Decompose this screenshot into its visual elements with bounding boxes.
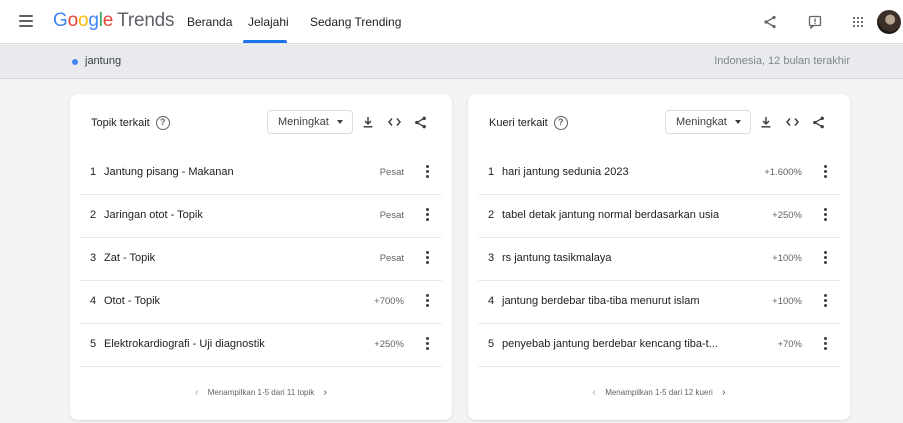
list-item[interactable]: 4 jantung berdebar tiba-tiba menurut isla…	[478, 281, 840, 324]
download-icon[interactable]	[360, 114, 376, 130]
embed-code-icon[interactable]	[386, 114, 402, 130]
nav-jelajahi[interactable]: Jelajahi	[248, 0, 289, 44]
topics-filter-select[interactable]: Meningkat	[267, 110, 353, 134]
top-app-bar: Google Trends Beranda Jelajahi Sedang Tre…	[0, 0, 903, 44]
related-queries-card: Kueri terkait? Meningkat 1 hari jantung s…	[468, 94, 850, 420]
chevron-left-icon[interactable]: ‹	[591, 387, 597, 398]
chevron-left-icon[interactable]: ‹	[194, 387, 200, 398]
embed-code-icon[interactable]	[784, 114, 800, 130]
share-icon[interactable]	[810, 114, 826, 130]
list-item[interactable]: 2 tabel detak jantung normal berdasarkan …	[478, 195, 840, 238]
search-term-bar: jantung Indonesia, 12 bulan terakhir	[0, 45, 903, 79]
more-vert-icon[interactable]	[426, 165, 430, 179]
feedback-icon[interactable]	[805, 12, 825, 32]
list-item[interactable]: 1 Jantung pisang - Makanan Pesat	[80, 152, 442, 195]
more-vert-icon[interactable]	[426, 337, 430, 351]
more-vert-icon[interactable]	[426, 294, 430, 308]
chevron-right-icon[interactable]: ›	[322, 387, 328, 398]
pagination: ‹ Menampilkan 1-5 dari 12 kueri ›	[591, 387, 727, 398]
active-nav-indicator	[243, 40, 287, 43]
help-icon[interactable]: ?	[155, 116, 170, 130]
nav-sedang-trending[interactable]: Sedang Trending	[310, 0, 401, 44]
list-item[interactable]: 5 penyebab jantung berdebar kencang tiba-…	[478, 324, 840, 367]
menu-icon[interactable]	[19, 15, 33, 27]
chevron-right-icon[interactable]: ›	[721, 387, 727, 398]
more-vert-icon[interactable]	[824, 294, 828, 308]
more-vert-icon[interactable]	[824, 251, 828, 265]
more-vert-icon[interactable]	[824, 165, 828, 179]
related-topics-card: Topik terkait? Meningkat 1 Jantung pisang…	[70, 94, 452, 420]
list-item[interactable]: 5 Elektrokardiografi - Uji diagnostik +250…	[80, 324, 442, 367]
google-trends-logo[interactable]: Google Trends	[53, 10, 175, 32]
dropdown-caret-icon	[735, 120, 741, 124]
pagination: ‹ Menampilkan 1-5 dari 11 topik ›	[194, 387, 328, 398]
list-item[interactable]: 4 Otot - Topik +700%	[80, 281, 442, 324]
term-color-dot	[72, 59, 78, 65]
more-vert-icon[interactable]	[426, 208, 430, 222]
avatar[interactable]	[877, 10, 901, 34]
list-item[interactable]: 1 hari jantung sedunia 2023 +1.600%	[478, 152, 840, 195]
dropdown-caret-icon	[337, 120, 343, 124]
more-vert-icon[interactable]	[824, 208, 828, 222]
region-period-label: Indonesia, 12 bulan terakhir	[714, 55, 850, 67]
apps-grid-icon[interactable]	[848, 12, 868, 32]
list-item[interactable]: 3 rs jantung tasikmalaya +100%	[478, 238, 840, 281]
related-topics-title: Topik terkait?	[91, 116, 170, 130]
queries-filter-select[interactable]: Meningkat	[665, 110, 751, 134]
list-item[interactable]: 3 Zat - Topik Pesat	[80, 238, 442, 281]
list-item[interactable]: 2 Jaringan otot - Topik Pesat	[80, 195, 442, 238]
more-vert-icon[interactable]	[824, 337, 828, 351]
more-vert-icon[interactable]	[426, 251, 430, 265]
nav-beranda[interactable]: Beranda	[187, 0, 232, 44]
search-term: jantung	[85, 55, 122, 67]
share-icon[interactable]	[412, 114, 428, 130]
download-icon[interactable]	[758, 114, 774, 130]
share-icon[interactable]	[760, 12, 780, 32]
help-icon[interactable]: ?	[553, 116, 568, 130]
related-queries-title: Kueri terkait?	[489, 116, 568, 130]
